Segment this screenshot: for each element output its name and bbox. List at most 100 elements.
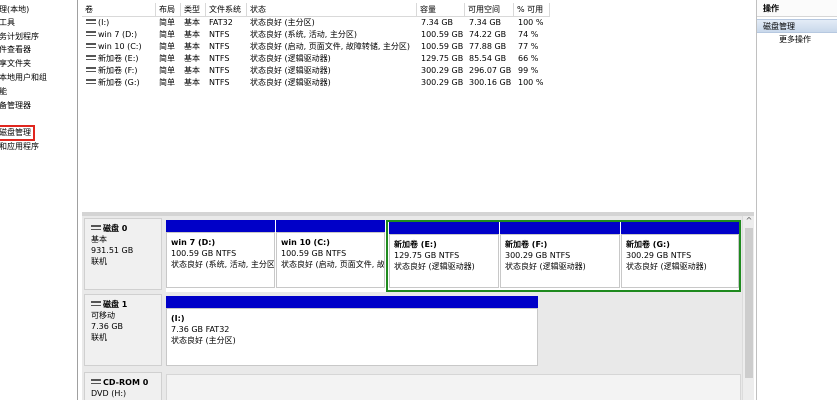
layout-cell: 简单 xyxy=(159,18,175,27)
layout-cell: 简单 xyxy=(159,42,175,51)
volume-cell: 新加卷 (E:) xyxy=(86,53,156,65)
filesystem-cell: NTFS xyxy=(209,30,230,39)
more-actions-link[interactable]: 更多操作 xyxy=(757,33,837,47)
partition-name: 新加卷 (F:) xyxy=(505,240,548,249)
table-row[interactable]: win 10 (C:) 简单 基本 NTFS 状态良好 (启动, 页面文件, 故… xyxy=(82,41,582,53)
tree-item-local-users[interactable]: 本地用户和组 xyxy=(0,72,47,84)
partition-body: win 7 (D:) 100.59 GB NTFS 状态良好 (系统, 活动, … xyxy=(166,232,275,288)
disk-icon xyxy=(91,225,101,230)
partition-g[interactable]: 新加卷 (G:) 300.29 GB NTFS 状态良好 (逻辑驱动器) xyxy=(621,222,739,288)
volume-cell: (I:) xyxy=(86,17,156,29)
table-row[interactable]: win 7 (D:) 简单 基本 NTFS 状态良好 (系统, 活动, 主分区)… xyxy=(82,29,582,41)
actions-section-disk-management[interactable]: 磁盘管理 xyxy=(757,19,837,33)
free-space-cell: 77.88 GB xyxy=(469,42,507,51)
percent-free-cell: 99 % xyxy=(518,66,539,75)
partition-size: 100.59 GB NTFS xyxy=(171,249,237,258)
tree-item-event-viewer[interactable]: 件查看器 xyxy=(0,44,31,56)
status-cell: 状态良好 (逻辑驱动器) xyxy=(250,66,331,75)
layout-cell: 简单 xyxy=(159,30,175,39)
percent-free-cell: 77 % xyxy=(518,42,539,51)
type-cell: 基本 xyxy=(184,54,200,63)
tree-item-services-apps[interactable]: 和应用程序 xyxy=(0,141,39,153)
disk-0-label[interactable]: 磁盘 0 基本 931.51 GB 联机 xyxy=(84,218,162,290)
partition-f[interactable]: 新加卷 (F:) 300.29 GB NTFS 状态良好 (逻辑驱动器) xyxy=(500,222,620,288)
disk-title: 磁盘 1 xyxy=(103,300,128,309)
capacity-cell: 100.59 GB xyxy=(421,42,464,51)
percent-free-cell: 100 % xyxy=(518,18,544,27)
volume-cell: 新加卷 (G:) xyxy=(86,77,156,89)
type-cell: 基本 xyxy=(184,42,200,51)
type-cell: 基本 xyxy=(184,78,200,87)
tree-item-shared-folders[interactable]: 享文件夹 xyxy=(0,58,31,70)
status-cell: 状态良好 (主分区) xyxy=(250,18,315,27)
disk-1-label[interactable]: 磁盘 1 可移动 7.36 GB 联机 xyxy=(84,294,162,366)
disk-1-partitions: (I:) 7.36 GB FAT32 状态良好 (主分区) xyxy=(166,296,538,368)
filesystem-cell: NTFS xyxy=(209,66,230,75)
tree-item-task-scheduler[interactable]: 务计划程序 xyxy=(0,31,39,43)
tree-item-device-manager[interactable]: 备管理器 xyxy=(0,100,31,112)
disk-size: 7.36 GB xyxy=(91,322,124,331)
status-cell: 状态良好 (逻辑驱动器) xyxy=(250,78,331,87)
partition-header xyxy=(389,222,499,234)
partition-status: 状态良好 (启动, 页面文件, 故 xyxy=(281,260,385,269)
partition-status: 状态良好 (主分区) xyxy=(171,336,236,345)
filesystem-cell: FAT32 xyxy=(209,18,233,27)
free-space-cell: 7.34 GB xyxy=(469,18,502,27)
column-header-capacity[interactable]: 容量 xyxy=(417,3,465,17)
column-header-status[interactable]: 状态 xyxy=(247,3,417,17)
partition-d[interactable]: win 7 (D:) 100.59 GB NTFS 状态良好 (系统, 活动, … xyxy=(166,220,275,288)
disk-title: 磁盘 0 xyxy=(103,224,128,233)
volume-list[interactable]: 卷 布局 类型 文件系统 状态 容量 可用空间 % 可用 (I:) 简单 基本 … xyxy=(82,0,754,212)
column-header-percent-free[interactable]: % 可用 xyxy=(514,3,550,17)
disk-title: CD-ROM 0 xyxy=(103,378,149,387)
layout-cell: 简单 xyxy=(159,78,175,87)
volume-cell: 新加卷 (F:) xyxy=(86,65,156,77)
partition-header xyxy=(621,222,739,234)
partition-e[interactable]: 新加卷 (E:) 129.75 GB NTFS 状态良好 (逻辑驱动器) xyxy=(389,222,499,288)
disk-status: 联机 xyxy=(91,333,107,342)
partition-i[interactable]: (I:) 7.36 GB FAT32 状态良好 (主分区) xyxy=(166,296,538,366)
tree-item-disk-management[interactable]: 磁盘管理 xyxy=(0,125,35,141)
filesystem-cell: NTFS xyxy=(209,78,230,87)
volume-icon xyxy=(86,43,96,48)
actions-title: 操作 xyxy=(757,0,837,17)
disk-view-scrollbar[interactable]: ^ xyxy=(742,216,754,400)
partition-size: 300.29 GB NTFS xyxy=(626,251,692,260)
partition-name: 新加卷 (G:) xyxy=(626,240,670,249)
scroll-up-arrow-icon[interactable]: ^ xyxy=(743,216,755,226)
status-cell: 状态良好 (系统, 活动, 主分区) xyxy=(250,30,357,39)
capacity-cell: 100.59 GB xyxy=(421,30,464,39)
partition-body: 新加卷 (G:) 300.29 GB NTFS 状态良好 (逻辑驱动器) xyxy=(621,234,739,288)
partition-size: 129.75 GB NTFS xyxy=(394,251,460,260)
partition-body: win 10 (C:) 100.59 GB NTFS 状态良好 (启动, 页面文… xyxy=(276,232,385,288)
filesystem-cell: NTFS xyxy=(209,42,230,51)
table-row[interactable]: (I:) 简单 基本 FAT32 状态良好 (主分区) 7.34 GB 7.34… xyxy=(82,17,582,29)
table-row[interactable]: 新加卷 (E:) 简单 基本 NTFS 状态良好 (逻辑驱动器) 129.75 … xyxy=(82,53,582,65)
disk-graphical-view[interactable]: 磁盘 0 基本 931.51 GB 联机 win 7 (D:) 100.59 G… xyxy=(82,216,742,400)
free-space-cell: 85.54 GB xyxy=(469,54,507,63)
column-header-filesystem[interactable]: 文件系统 xyxy=(206,3,247,17)
partition-status: 状态良好 (逻辑驱动器) xyxy=(505,262,586,271)
type-cell: 基本 xyxy=(184,66,200,75)
tree-item-system-tools[interactable]: 工具 xyxy=(0,17,15,29)
cdrom-0-label[interactable]: CD-ROM 0 DVD (H:) xyxy=(84,372,162,400)
capacity-cell: 300.29 GB xyxy=(421,66,464,75)
status-cell: 状态良好 (逻辑驱动器) xyxy=(250,54,331,63)
scroll-thumb[interactable] xyxy=(745,228,753,378)
column-header-free-space[interactable]: 可用空间 xyxy=(465,3,514,17)
column-header-volume[interactable]: 卷 xyxy=(82,3,156,17)
free-space-cell: 74.22 GB xyxy=(469,30,507,39)
table-row[interactable]: 新加卷 (G:) 简单 基本 NTFS 状态良好 (逻辑驱动器) 300.29 … xyxy=(82,77,582,89)
table-row[interactable]: 新加卷 (F:) 简单 基本 NTFS 状态良好 (逻辑驱动器) 300.29 … xyxy=(82,65,582,77)
column-header-type[interactable]: 类型 xyxy=(181,3,206,17)
navigation-tree[interactable]: 理(本地) 工具 务计划程序 件查看器 享文件夹 本地用户和组 能 备管理器 磁… xyxy=(0,0,78,400)
volume-icon xyxy=(86,31,96,36)
partition-name: win 10 (C:) xyxy=(281,238,330,247)
partition-c[interactable]: win 10 (C:) 100.59 GB NTFS 状态良好 (启动, 页面文… xyxy=(276,220,385,288)
tree-item-performance[interactable]: 能 xyxy=(0,86,7,98)
volume-icon xyxy=(86,79,96,84)
column-header-layout[interactable]: 布局 xyxy=(156,3,181,17)
free-space-cell: 300.16 GB xyxy=(469,78,512,87)
disk-status: 联机 xyxy=(91,257,107,266)
tree-item-computer-management[interactable]: 理(本地) xyxy=(0,4,29,16)
